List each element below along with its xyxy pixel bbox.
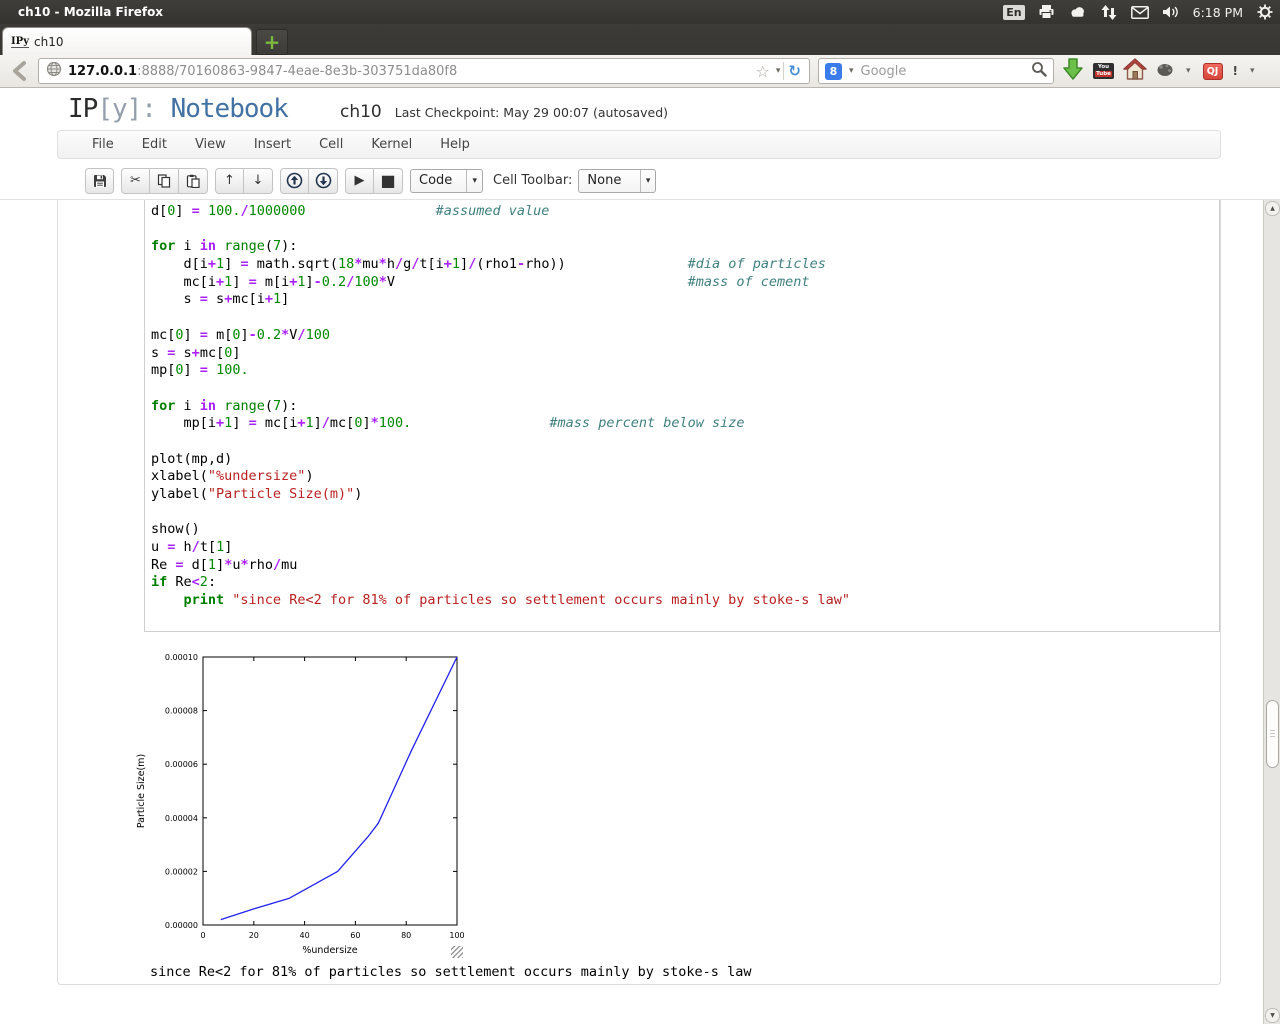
search-bar[interactable]: 8 ▾ Google xyxy=(818,58,1054,84)
svg-text:80: 80 xyxy=(401,931,411,940)
move-cell-up-button[interactable]: ↑ xyxy=(215,167,244,194)
settings-gear-icon[interactable] xyxy=(1256,3,1274,21)
bookmark-dropdown-caret-icon[interactable]: ▾ xyxy=(773,66,784,76)
menu-help[interactable]: Help xyxy=(426,137,484,152)
cell-toolbar-label: Cell Toolbar: xyxy=(493,173,573,188)
select-caret-icon: ▾ xyxy=(639,169,656,192)
keyboard-layout-indicator[interactable]: En xyxy=(1003,4,1025,20)
run-cell-button[interactable]: ▶ xyxy=(345,167,374,194)
cell-toolbar-select[interactable]: None ▾ xyxy=(578,168,657,193)
svg-text:0.00000: 0.00000 xyxy=(165,921,198,930)
url-path: :8888/70160863-9847-4eae-8e3b-303751da80… xyxy=(137,63,458,79)
svg-text:0.00008: 0.00008 xyxy=(165,707,198,716)
svg-text:20: 20 xyxy=(249,931,259,940)
search-placeholder: Google xyxy=(860,63,907,79)
select-caret-icon: ▾ xyxy=(466,169,482,192)
svg-text:40: 40 xyxy=(300,931,310,940)
new-tab-button[interactable]: + xyxy=(256,29,288,55)
menu-view[interactable]: View xyxy=(181,137,240,152)
scrollbar-down-arrow[interactable]: ▼ xyxy=(1265,1008,1280,1023)
network-transfer-icon[interactable] xyxy=(1100,3,1118,21)
cell-output-text: since Re<2 for 81% of particles so settl… xyxy=(150,964,752,980)
site-identity-globe-icon[interactable] xyxy=(46,61,62,81)
menu-insert[interactable]: Insert xyxy=(240,137,305,152)
bookmark-star-icon[interactable]: ☆ xyxy=(753,62,773,81)
insert-cell-above-button[interactable] xyxy=(280,167,309,194)
cloud-sync-icon[interactable] xyxy=(1069,3,1087,21)
home-icon[interactable] xyxy=(1122,58,1148,84)
svg-text:100: 100 xyxy=(449,931,464,940)
page-scrollbar[interactable]: ▲ ▼ xyxy=(1263,200,1280,1024)
move-cell-down-button[interactable]: ↓ xyxy=(244,167,273,194)
system-top-bar: ch10 - Mozilla Firefox En 6:18 PM xyxy=(0,0,1280,24)
quickjump-badge: ! xyxy=(1232,64,1239,78)
search-magnifier-icon[interactable] xyxy=(1031,61,1047,81)
save-button[interactable] xyxy=(85,167,114,194)
cell-type-select[interactable]: Code ▾ xyxy=(410,168,483,193)
scrollbar-up-arrow[interactable]: ▲ xyxy=(1265,201,1280,216)
svg-text:0: 0 xyxy=(200,931,205,940)
downloads-icon[interactable] xyxy=(1062,57,1084,85)
nav-toolbar-icons: You Tube ▾ QJ ! ▾ xyxy=(1062,57,1258,85)
printer-icon[interactable] xyxy=(1038,3,1056,21)
url-host: 127.0.0.1 xyxy=(68,63,138,79)
toolbar-overflow-caret-icon[interactable]: ▾ xyxy=(1247,66,1258,76)
search-engine-dropdown-caret-icon[interactable]: ▾ xyxy=(846,66,857,76)
tab-title: ch10 xyxy=(34,34,64,49)
google-search-engine-icon[interactable]: 8 xyxy=(825,62,842,80)
ipython-notebook-logo[interactable]: IP[y]: Notebook xyxy=(68,94,289,124)
ipython-favicon: IPy xyxy=(11,35,30,48)
copy-cell-button[interactable] xyxy=(150,167,179,194)
window-title: ch10 - Mozilla Firefox xyxy=(18,5,164,19)
addon-icon[interactable] xyxy=(1156,62,1174,81)
notebook-title[interactable]: ch10 xyxy=(340,102,382,122)
reload-icon[interactable]: ↻ xyxy=(783,62,805,80)
volume-icon[interactable] xyxy=(1162,3,1180,21)
svg-text:Particle Size(m): Particle Size(m) xyxy=(136,754,147,828)
output-plot: 0 20 40 60 80 100 0.00000 0.00002 0.00004 0.00006… xyxy=(136,653,465,956)
back-button[interactable] xyxy=(6,58,32,84)
svg-text:%undersize: %undersize xyxy=(302,945,357,956)
browser-tab[interactable]: IPy ch10 xyxy=(2,27,252,55)
menu-cell[interactable]: Cell xyxy=(305,137,357,152)
browser-tab-bar: IPy ch10 + xyxy=(0,24,1280,55)
svg-text:0.00010: 0.00010 xyxy=(165,653,198,662)
menu-file[interactable]: File xyxy=(78,137,128,152)
addon-dropdown-caret-icon[interactable]: ▾ xyxy=(1183,66,1194,76)
browser-nav-bar: 127.0.0.1 :8888/70160863-9847-4eae-8e3b-… xyxy=(0,55,1280,88)
paste-cell-button[interactable] xyxy=(179,167,208,194)
notebook-toolbar: ✂ ↑ ↓ ▶ ■ Code ▾ Cell Toolbar: None ▾ xyxy=(0,162,1280,200)
svg-text:60: 60 xyxy=(350,931,360,940)
quickjump-extension-icon[interactable]: QJ xyxy=(1202,62,1223,80)
interrupt-kernel-button[interactable]: ■ xyxy=(374,167,403,194)
output-resize-handle[interactable] xyxy=(451,946,463,958)
notebook-menubar: File Edit View Insert Cell Kernel Help xyxy=(57,130,1221,159)
menu-edit[interactable]: Edit xyxy=(128,137,181,152)
svg-text:0.00006: 0.00006 xyxy=(165,760,198,769)
scrollbar-thumb[interactable] xyxy=(1265,700,1279,768)
mail-icon[interactable] xyxy=(1130,3,1149,21)
svg-text:0.00002: 0.00002 xyxy=(165,867,198,876)
menu-kernel[interactable]: Kernel xyxy=(357,137,426,152)
system-clock[interactable]: 6:18 PM xyxy=(1193,5,1243,20)
insert-cell-below-button[interactable] xyxy=(309,167,338,194)
notebook-header: IP[y]: Notebook ch10 Last Checkpoint: Ma… xyxy=(0,88,1280,130)
youtube-icon[interactable]: You Tube xyxy=(1093,63,1114,79)
code-editor[interactable]: d[0] = 100./1000000 #assumed value for i… xyxy=(151,203,1219,610)
url-bar[interactable]: 127.0.0.1 :8888/70160863-9847-4eae-8e3b-… xyxy=(38,58,810,84)
code-input-area[interactable]: d[0] = 100./1000000 #assumed value for i… xyxy=(144,200,1220,632)
notebook-area: d[0] = 100./1000000 #assumed value for i… xyxy=(0,200,1263,1024)
system-tray: En 6:18 PM xyxy=(1003,0,1274,24)
cut-cell-button[interactable]: ✂ xyxy=(121,167,150,194)
checkpoint-status: Last Checkpoint: May 29 00:07 (autosaved… xyxy=(394,105,669,120)
svg-text:0.00004: 0.00004 xyxy=(165,814,198,823)
